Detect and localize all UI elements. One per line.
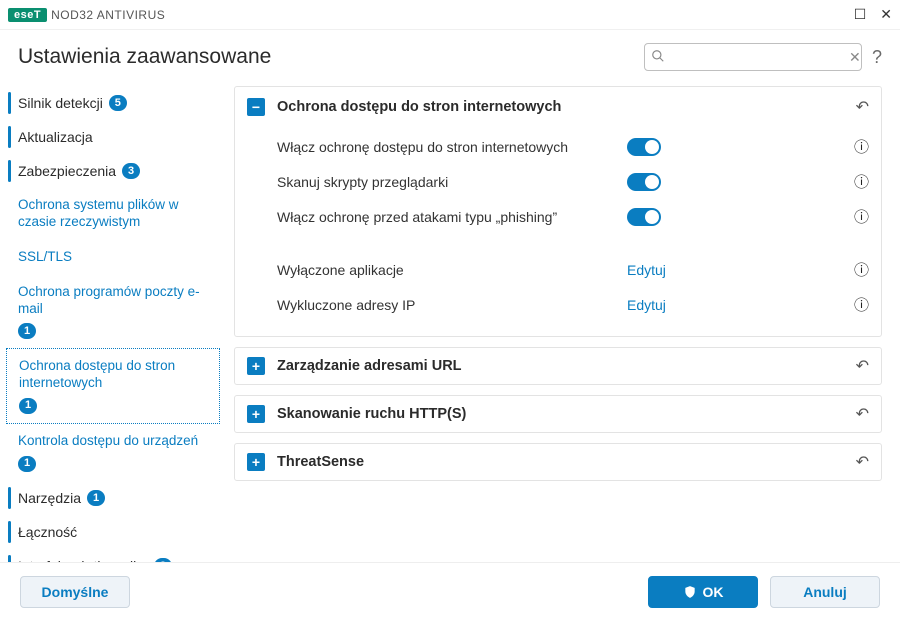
undo-icon[interactable]: ↶ <box>856 356 869 376</box>
cancel-button[interactable]: Anuluj <box>770 576 880 608</box>
brand-logo: eseT <box>8 8 47 22</box>
expand-icon[interactable]: + <box>247 357 265 375</box>
info-icon[interactable]: ⓘ <box>854 259 869 280</box>
edit-link-excluded-apps[interactable]: Edytuj <box>627 262 666 278</box>
expand-icon[interactable]: + <box>247 405 265 423</box>
maximize-icon[interactable]: ☐ <box>854 6 867 23</box>
sidebar-item-label: Łączność <box>18 524 77 540</box>
sidebar-badge: 3 <box>122 163 140 179</box>
sidebar-item-web-access-protection[interactable]: Ochrona dostępu do stron internetowych 1 <box>6 348 220 424</box>
sidebar-badge: 1 <box>18 456 36 472</box>
product-name: NOD32 ANTIVIRUS <box>51 8 165 22</box>
sidebar-badge: 1 <box>19 398 37 414</box>
edit-link-excluded-ips[interactable]: Edytuj <box>627 297 666 313</box>
setting-label: Wyłączone aplikacje <box>277 262 627 278</box>
setting-row-scan-browser-scripts: Skanuj skrypty przeglądarki ⓘ <box>277 164 869 199</box>
setting-row-enable-web-protection: Włącz ochronę dostępu do stron interneto… <box>277 129 869 164</box>
brand: eseT NOD32 ANTIVIRUS <box>8 8 165 22</box>
toggle-phishing-protection[interactable] <box>627 208 661 226</box>
panel-header[interactable]: + Zarządzanie adresami URL ↶ <box>235 348 881 384</box>
undo-icon[interactable]: ↶ <box>856 452 869 472</box>
panel-title: Skanowanie ruchu HTTP(S) <box>277 406 466 422</box>
panel-header[interactable]: − Ochrona dostępu do stron internetowych… <box>235 87 881 127</box>
default-button[interactable]: Domyślne <box>20 576 130 608</box>
sidebar-item-label: Aktualizacja <box>18 129 93 145</box>
info-icon[interactable]: ⓘ <box>854 294 869 315</box>
sidebar-badge: 1 <box>18 323 36 339</box>
panel-title: Zarządzanie adresami URL <box>277 358 462 374</box>
panel-header[interactable]: + Skanowanie ruchu HTTP(S) ↶ <box>235 396 881 432</box>
search-box[interactable]: ✕ <box>644 43 862 71</box>
ok-label: OK <box>703 584 724 600</box>
sidebar-item-tools[interactable]: Narzędzia 1 <box>6 481 220 515</box>
sidebar-item-label: Ochrona systemu plików w czasie rzeczywi… <box>18 197 214 231</box>
setting-label: Skanuj skrypty przeglądarki <box>277 174 627 190</box>
setting-label: Włącz ochronę dostępu do stron interneto… <box>277 139 627 155</box>
setting-label: Wykluczone adresy IP <box>277 297 627 313</box>
clear-search-icon[interactable]: ✕ <box>849 49 861 66</box>
sidebar-item-label: Silnik detekcji <box>18 95 103 111</box>
sidebar-badge: 2 <box>154 558 172 562</box>
setting-row-excluded-ips: Wykluczone adresy IP Edytuj ⓘ <box>277 287 869 322</box>
info-icon[interactable]: ⓘ <box>854 206 869 227</box>
info-icon[interactable]: ⓘ <box>854 136 869 157</box>
setting-label: Włącz ochronę przed atakami typu „phishi… <box>277 209 627 225</box>
setting-row-excluded-apps: Wyłączone aplikacje Edytuj ⓘ <box>277 252 869 287</box>
toggle-enable-web-protection[interactable] <box>627 138 661 156</box>
expand-icon[interactable]: + <box>247 453 265 471</box>
titlebar: eseT NOD32 ANTIVIRUS ☐ ✕ <box>0 0 900 30</box>
panel-url-management: + Zarządzanie adresami URL ↶ <box>234 347 882 385</box>
sidebar-item-email-protection[interactable]: Ochrona programów poczty e-mail 1 <box>6 275 220 349</box>
page-title: Ustawienia zaawansowane <box>18 45 271 69</box>
sidebar-item-label: Ochrona programów poczty e-mail <box>18 284 214 318</box>
sidebar-item-connectivity[interactable]: Łączność <box>6 515 220 549</box>
setting-row-phishing-protection: Włącz ochronę przed atakami typu „phishi… <box>277 199 869 234</box>
footer: Domyślne OK Anuluj <box>0 562 900 620</box>
header: Ustawienia zaawansowane ✕ ? <box>0 30 900 80</box>
sidebar-item-ssl-tls[interactable]: SSL/TLS <box>6 240 220 275</box>
sidebar: Silnik detekcji 5 Aktualizacja Zabezpiec… <box>6 82 226 562</box>
sidebar-item-update[interactable]: Aktualizacja <box>6 120 220 154</box>
window-controls: ☐ ✕ <box>854 6 892 23</box>
undo-icon[interactable]: ↶ <box>856 404 869 424</box>
panel-http-scanning: + Skanowanie ruchu HTTP(S) ↶ <box>234 395 882 433</box>
search-icon <box>651 49 665 66</box>
panel-title: Ochrona dostępu do stron internetowych <box>277 99 561 115</box>
sidebar-item-device-control[interactable]: Kontrola dostępu do urządzeń 1 <box>6 424 220 481</box>
sidebar-item-protections[interactable]: Zabezpieczenia 3 <box>6 154 220 188</box>
panel-web-access: − Ochrona dostępu do stron internetowych… <box>234 86 882 337</box>
sidebar-item-label: Kontrola dostępu do urządzeń <box>18 433 198 450</box>
help-icon[interactable]: ? <box>872 47 882 68</box>
panel-header[interactable]: + ThreatSense ↶ <box>235 444 881 480</box>
undo-icon[interactable]: ↶ <box>856 97 869 117</box>
sidebar-item-label: Ochrona dostępu do stron internetowych <box>19 358 213 392</box>
search-input[interactable] <box>669 50 845 65</box>
info-icon[interactable]: ⓘ <box>854 171 869 192</box>
toggle-scan-browser-scripts[interactable] <box>627 173 661 191</box>
content: − Ochrona dostępu do stron internetowych… <box>226 82 894 562</box>
sidebar-badge: 1 <box>87 490 105 506</box>
sidebar-item-label: Narzędzia <box>18 490 81 506</box>
ok-button[interactable]: OK <box>648 576 758 608</box>
sidebar-item-user-interface[interactable]: Interfejs użytkownika 2 <box>6 549 220 562</box>
panel-title: ThreatSense <box>277 454 364 470</box>
collapse-icon[interactable]: − <box>247 98 265 116</box>
sidebar-item-label: SSL/TLS <box>18 249 72 266</box>
sidebar-badge: 5 <box>109 95 127 111</box>
shield-icon <box>683 585 697 599</box>
sidebar-item-detection-engine[interactable]: Silnik detekcji 5 <box>6 86 220 120</box>
close-icon[interactable]: ✕ <box>880 6 892 23</box>
sidebar-item-label: Zabezpieczenia <box>18 163 116 179</box>
sidebar-item-label: Interfejs użytkownika <box>18 558 148 562</box>
sidebar-item-realtime-fs[interactable]: Ochrona systemu plików w czasie rzeczywi… <box>6 188 220 240</box>
panel-threatsense: + ThreatSense ↶ <box>234 443 882 481</box>
